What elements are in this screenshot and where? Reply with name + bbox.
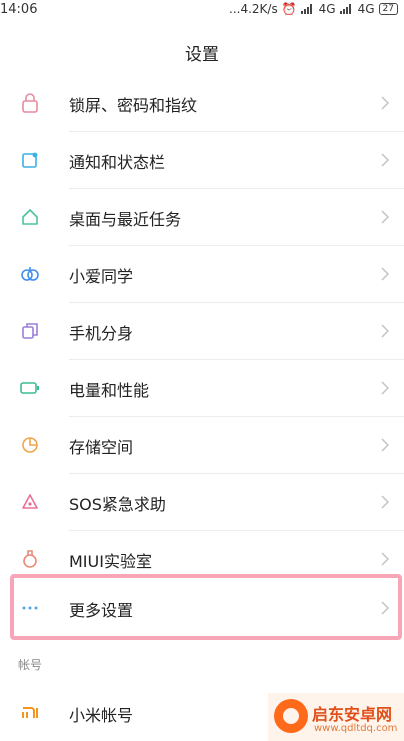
sos-icon (18, 490, 42, 514)
settings-item-battery[interactable]: 电量和性能 (0, 360, 404, 416)
settings-item-label: 桌面与最近任务 (69, 210, 182, 229)
settings-item-xiaoai[interactable]: 小爱同学 (0, 246, 404, 302)
settings-item-label: 通知和状态栏 (69, 153, 166, 172)
battery-icon (18, 376, 42, 400)
settings-item-storage[interactable]: 存储空间 (0, 417, 404, 473)
settings-item-label: 小米帐号 (69, 706, 134, 725)
chevron-right-icon (381, 381, 390, 395)
settings-item-label: 更多设置 (69, 601, 134, 620)
xiaoai-icon (18, 262, 42, 286)
chevron-right-icon (381, 552, 390, 566)
chevron-right-icon (381, 495, 390, 509)
settings-item-label: 手机分身 (69, 324, 134, 343)
section-header-account: 帐号 (18, 658, 43, 672)
settings-item-home-screen[interactable]: 桌面与最近任务 (0, 189, 404, 245)
lock-icon (18, 91, 42, 115)
watermark-logo-icon (274, 699, 308, 733)
watermark-url: www.qdltdq.com (314, 723, 398, 734)
chevron-right-icon (381, 324, 390, 338)
chevron-right-icon (381, 96, 390, 110)
settings-item-sos[interactable]: SOS紧急求助 (0, 474, 404, 530)
status-bar: 14:06 ...4.2K/s ⏰ 4G 4G 27 (0, 0, 404, 22)
chevron-right-icon (381, 438, 390, 452)
network-type-1: 4G (318, 2, 336, 16)
chevron-right-icon (381, 601, 390, 615)
storage-icon (18, 433, 42, 457)
mi-logo-icon (18, 701, 42, 725)
watermark-name: 启东安卓网 (312, 705, 393, 724)
signal-icon-2 (339, 4, 351, 14)
status-time: 14:06 (0, 2, 38, 17)
signal-icon (300, 4, 312, 14)
alarm-icon: ⏰ (281, 2, 297, 16)
settings-item-dual-space[interactable]: 手机分身 (0, 303, 404, 359)
watermark: 启东安卓网 www.qdltdq.com (268, 693, 404, 741)
home-icon (18, 205, 42, 229)
settings-item-label: 小爱同学 (69, 267, 134, 286)
settings-item-label: 锁屏、密码和指纹 (69, 96, 198, 115)
settings-item-lock-screen[interactable]: 锁屏、密码和指纹 (0, 75, 404, 131)
battery-indicator: 27 (378, 3, 398, 15)
settings-item-label: 电量和性能 (69, 381, 150, 400)
settings-item-more-settings[interactable]: 更多设置 (0, 580, 404, 636)
notification-icon (18, 148, 42, 172)
settings-item-label: MIUI实验室 (69, 552, 152, 571)
settings-item-notifications[interactable]: 通知和状态栏 (0, 132, 404, 188)
more-icon (18, 596, 42, 620)
chevron-right-icon (381, 153, 390, 167)
page-title: 设置 (185, 45, 219, 65)
dual-space-icon (18, 319, 42, 343)
chevron-right-icon (381, 210, 390, 224)
net-speed: ...4.2K/s (229, 2, 278, 16)
chevron-right-icon (381, 267, 390, 281)
status-icons: ...4.2K/s ⏰ 4G 4G 27 (229, 2, 398, 16)
network-type-2: 4G (357, 2, 375, 16)
lab-icon (18, 547, 42, 571)
settings-item-label: SOS紧急求助 (69, 495, 166, 514)
settings-item-label: 存储空间 (69, 438, 134, 457)
